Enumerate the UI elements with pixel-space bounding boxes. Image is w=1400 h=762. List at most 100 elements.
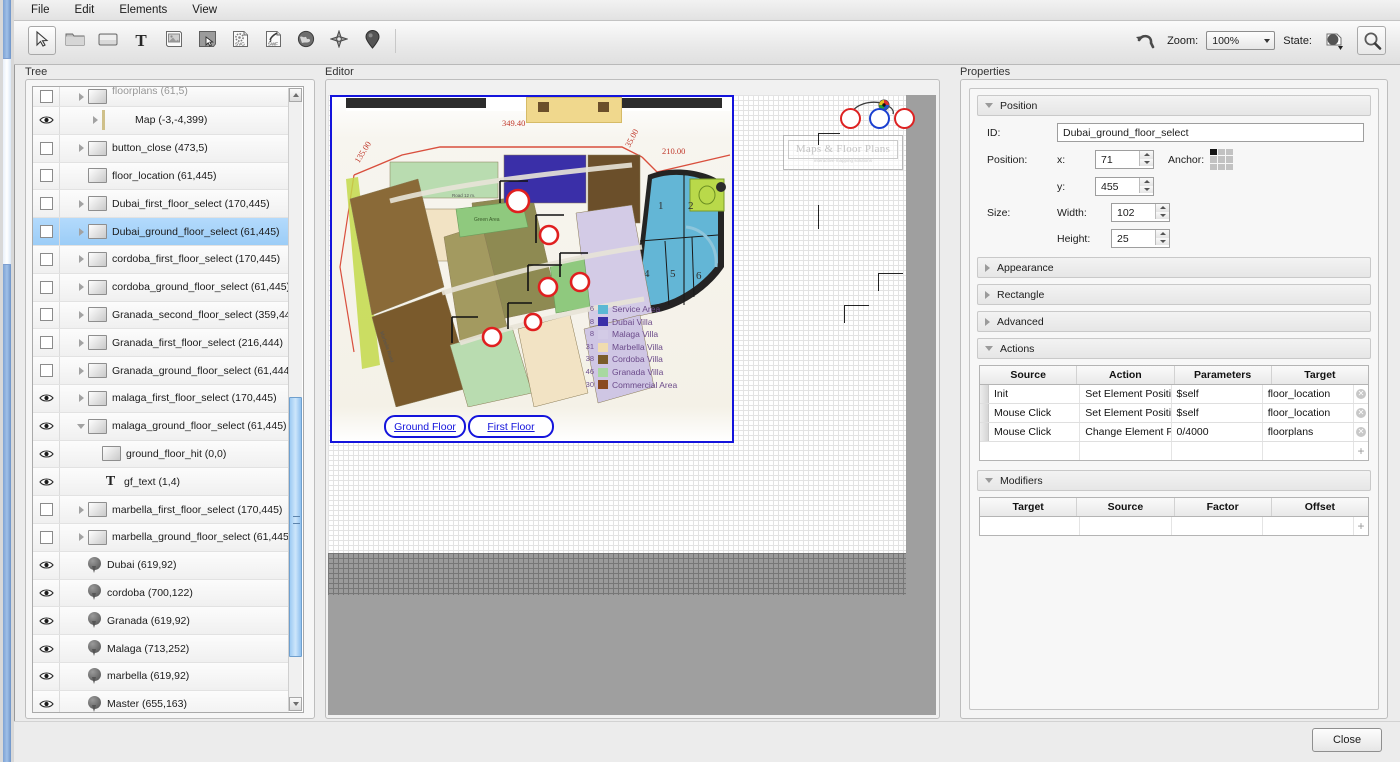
width-spinner[interactable]: 102: [1111, 203, 1170, 222]
visibility-checkbox[interactable]: [33, 357, 60, 384]
checkbox[interactable]: [39, 503, 53, 517]
menu-item-edit[interactable]: Edit: [72, 2, 98, 18]
anchor-cell-6[interactable]: [1210, 163, 1218, 170]
visibility-checkbox[interactable]: [33, 329, 60, 357]
tree-row[interactable]: button_close (473,5): [33, 134, 289, 163]
empty-cell-parameters[interactable]: [1172, 442, 1263, 460]
triangle-closed-icon[interactable]: [74, 366, 88, 375]
visibility-checkbox[interactable]: [33, 273, 60, 301]
tree-row[interactable]: ground_floor_hit (0,0): [33, 440, 289, 469]
ground-floor-button[interactable]: Ground Floor: [384, 415, 466, 438]
visibility-checkbox[interactable]: [33, 301, 60, 329]
checkbox[interactable]: [39, 169, 53, 183]
y-spinner[interactable]: 455: [1095, 177, 1154, 196]
width-spinner-buttons[interactable]: [1155, 204, 1169, 219]
anchor-cell-8[interactable]: [1226, 163, 1234, 170]
text-tool[interactable]: T: [127, 26, 155, 55]
checkbox[interactable]: [39, 225, 53, 239]
button-tool[interactable]: [193, 26, 221, 55]
x-spin-up[interactable]: [1140, 151, 1153, 159]
visibility-checkbox[interactable]: [33, 87, 60, 106]
preview-button[interactable]: [1357, 26, 1386, 55]
cell-parameters[interactable]: $self: [1172, 404, 1263, 422]
cell-source[interactable]: Init: [989, 385, 1081, 403]
delete-row-icon[interactable]: ✕: [1354, 389, 1368, 399]
tree-row[interactable]: malaga_first_floor_select (170,445): [33, 384, 289, 413]
visibility-eye-icon[interactable]: [33, 412, 60, 440]
visibility-checkbox[interactable]: [33, 218, 60, 245]
select-arrow-tool[interactable]: [28, 26, 56, 55]
x-spin-down[interactable]: [1140, 158, 1153, 166]
rectangle-tool[interactable]: [94, 26, 122, 55]
cell-source[interactable]: Mouse Click: [989, 404, 1081, 422]
tree-row[interactable]: marbella_first_floor_select (170,445): [33, 496, 289, 524]
checkbox[interactable]: [39, 141, 53, 155]
id-input[interactable]: Dubai_ground_floor_select: [1057, 123, 1364, 142]
empty-cell-source[interactable]: [1080, 517, 1172, 535]
triangle-closed-icon[interactable]: [74, 505, 88, 514]
cell-action[interactable]: Change Element P...: [1080, 423, 1172, 441]
visibility-eye-icon[interactable]: [33, 468, 60, 496]
triangle-closed-icon[interactable]: [74, 338, 88, 347]
marker-tool[interactable]: [358, 26, 386, 55]
section-header-actions[interactable]: Actions: [977, 338, 1371, 359]
anchor-cell-0[interactable]: [1210, 149, 1218, 156]
swf-import-tool[interactable]: SWF: [259, 26, 287, 55]
section-header-rectangle[interactable]: Rectangle: [977, 284, 1371, 305]
menu-item-file[interactable]: File: [28, 2, 53, 18]
height-spinner-buttons[interactable]: [1155, 230, 1169, 245]
cell-target[interactable]: floor_location: [1263, 404, 1354, 422]
empty-cell-action[interactable]: [1080, 442, 1172, 460]
tree-scroll-up-button[interactable]: [289, 88, 302, 102]
first-floor-button[interactable]: First Floor: [468, 415, 554, 438]
tree-row[interactable]: Tgf_text (1,4): [33, 468, 289, 497]
watermark-element[interactable]: Maps & Floor Plans interactive mapping s…: [783, 135, 903, 170]
empty-cell-source[interactable]: [989, 442, 1081, 460]
height-spin-up[interactable]: [1156, 230, 1169, 238]
table-add-row[interactable]: +: [980, 442, 1368, 460]
cell-action[interactable]: Set Element Position: [1080, 404, 1172, 422]
cell-target[interactable]: floorplans: [1263, 423, 1354, 441]
checkbox[interactable]: [39, 308, 53, 322]
table-row[interactable]: Mouse ClickSet Element Position$selffloo…: [980, 404, 1368, 423]
visibility-eye-icon[interactable]: [33, 551, 60, 579]
tree-row[interactable]: Dubai_ground_floor_select (61,445): [33, 218, 289, 246]
triangle-closed-icon[interactable]: [88, 116, 102, 125]
tree-scrollbar[interactable]: [288, 88, 302, 711]
visibility-checkbox[interactable]: [33, 162, 60, 190]
image-tool[interactable]: [160, 26, 188, 55]
tree-scroll-down-button[interactable]: [289, 697, 302, 711]
x-spinner[interactable]: 71: [1095, 150, 1154, 169]
menu-item-view[interactable]: View: [189, 2, 220, 18]
visibility-checkbox[interactable]: [33, 245, 60, 273]
row-drag-handle[interactable]: [980, 423, 989, 441]
visibility-checkbox[interactable]: [33, 523, 60, 551]
visibility-eye-icon[interactable]: [33, 690, 60, 712]
x-spinner-buttons[interactable]: [1139, 151, 1153, 166]
visibility-eye-icon[interactable]: [33, 107, 60, 134]
visibility-eye-icon[interactable]: [33, 662, 60, 690]
cell-parameters[interactable]: 0/4000: [1172, 423, 1263, 441]
y-spinner-buttons[interactable]: [1139, 178, 1153, 193]
table-add-row[interactable]: +: [980, 517, 1368, 535]
empty-cell-factor[interactable]: [1172, 517, 1263, 535]
globe-tool[interactable]: [292, 26, 320, 55]
tree-row[interactable]: Granada (619,92): [33, 607, 289, 636]
tree-row[interactable]: cordoba (700,122): [33, 579, 289, 608]
svg-import-tool[interactable]: SVG: [226, 26, 254, 55]
empty-cell-target[interactable]: [1263, 442, 1354, 460]
section-header-modifiers[interactable]: Modifiers: [977, 470, 1371, 491]
cell-action[interactable]: Set Element Position: [1080, 385, 1172, 403]
visibility-eye-icon[interactable]: [33, 384, 60, 412]
anchor-cell-4[interactable]: [1218, 156, 1226, 163]
compass-tool[interactable]: [325, 26, 353, 55]
delete-row-icon[interactable]: ✕: [1354, 408, 1368, 418]
add-row-button[interactable]: +: [1354, 517, 1368, 535]
visibility-eye-icon[interactable]: [33, 635, 60, 662]
table-row[interactable]: Mouse Click Change Element P... 0/4000 floo…: [980, 423, 1368, 442]
tree-row[interactable]: Malaga (713,252): [33, 635, 289, 663]
section-header-appearance[interactable]: Appearance: [977, 257, 1371, 278]
anchor-cell-1[interactable]: [1218, 149, 1226, 156]
triangle-closed-icon[interactable]: [74, 255, 88, 264]
tree-row[interactable]: Map (-3,-4,399): [33, 107, 289, 135]
